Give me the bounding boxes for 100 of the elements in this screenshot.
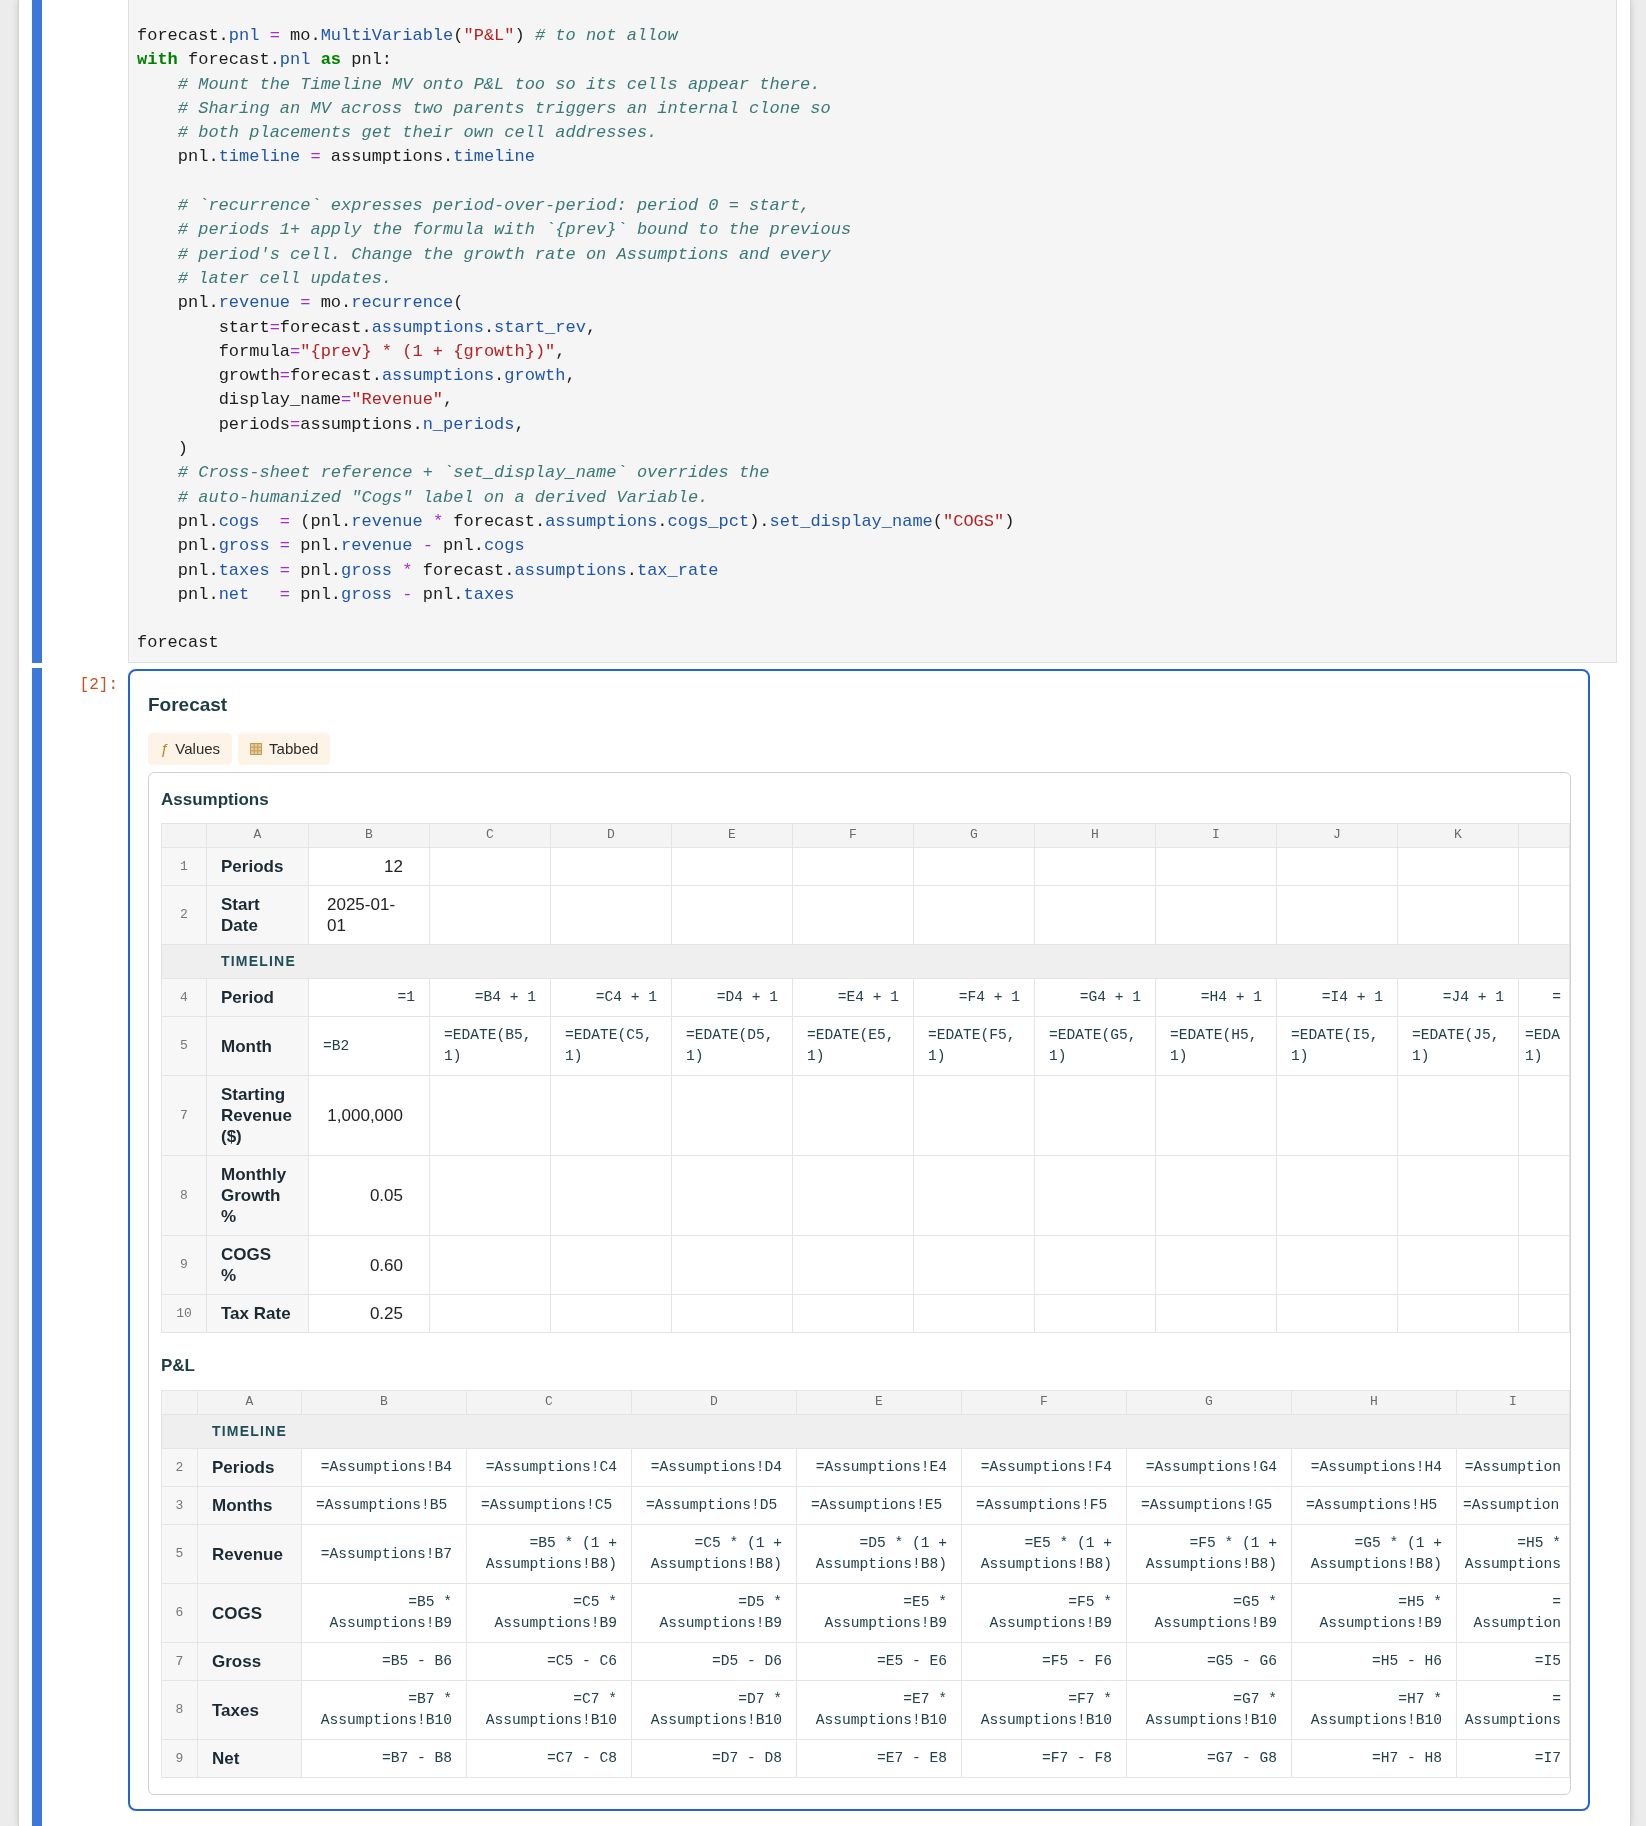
row-number: 7	[161, 1075, 207, 1156]
code-line: )	[177, 439, 188, 459]
code-line: pnl.revenue = mo.recurrence(	[177, 293, 464, 313]
cell-formula: =C7 * Assumptions!B10	[466, 1680, 632, 1740]
cell-formula: =G7 * Assumptions!B10	[1126, 1680, 1292, 1740]
cell-formula: =B5 * (1 + Assumptions!B8)	[466, 1524, 632, 1584]
view-button[interactable]: ƒ Values	[148, 733, 233, 765]
cell-formula: =Assumptions!F5	[961, 1486, 1127, 1525]
code-line: pnl.cogs = (pnl.revenue * forecast.assumptions.cogs_pct).set_display_name("COGS")	[177, 511, 1015, 531]
cell-formula: =F5 * Assumptions!B9	[961, 1583, 1127, 1643]
cell-formula: =EDATE(C5, 1)	[550, 1016, 672, 1076]
row-label: Month	[206, 1016, 309, 1076]
column-header: D	[550, 823, 672, 848]
row-number: 4	[161, 978, 207, 1017]
header-corner	[161, 1390, 198, 1415]
cell-formula: =EDA 1)	[1518, 1016, 1570, 1076]
cell-formula: =B5 * Assumptions!B9	[301, 1583, 467, 1643]
cell-formula: =Assumptions!D4	[631, 1448, 797, 1487]
cell-formula: =Assumptions!C4	[466, 1448, 632, 1487]
cell-formula: =E5 * Assumptions!B9	[796, 1583, 962, 1643]
code-editor[interactable]	[128, 0, 1617, 663]
cell-formula: =Assumptions!B7	[301, 1524, 467, 1584]
cell-formula: =E4 + 1	[792, 978, 914, 1017]
column-header: A	[197, 1390, 302, 1415]
row-number: 6	[161, 1583, 198, 1643]
row-number: 5	[161, 1524, 198, 1584]
section-header: TIMELINE	[161, 1414, 1570, 1449]
code-line: # Sharing an MV across two parents triggers an internal clone so	[177, 98, 831, 118]
cell-formula: =1	[308, 978, 430, 1017]
cell-formula: =E7 * Assumptions!B10	[796, 1680, 962, 1740]
cell-formula: =C5 - C6	[466, 1642, 632, 1681]
row-label: Net	[197, 1739, 302, 1778]
cell-formula: =Assumptions!H4	[1291, 1448, 1457, 1487]
row-label: Starting Revenue ($)	[206, 1075, 309, 1156]
cell-value: 0.05	[308, 1155, 430, 1236]
cell-formula: =H5 * Assumptions!B9	[1291, 1583, 1457, 1643]
code-line: pnl.gross = pnl.revenue - pnl.cogs	[177, 536, 525, 556]
cell-formula: =E5 - E6	[796, 1642, 962, 1681]
cell-formula: =D5 * (1 + Assumptions!B8)	[796, 1524, 962, 1584]
row-number: 3	[161, 1486, 198, 1525]
code-line: formula="{prev} * (1 + {growth})",	[218, 341, 566, 361]
cell-formula: =Assumptions!F4	[961, 1448, 1127, 1487]
cell-formula: = Assumptions	[1456, 1680, 1570, 1740]
row-number: 1	[161, 847, 207, 886]
cell-formula: =EDATE(I5, 1)	[1276, 1016, 1398, 1076]
column-header: H	[1291, 1390, 1457, 1415]
cell-formula: =H5 - H6	[1291, 1642, 1457, 1681]
cell-formula: =Assumptions!B4	[301, 1448, 467, 1487]
row-number: 2	[161, 1448, 198, 1487]
row-label: Taxes	[197, 1680, 302, 1740]
cell-formula: =C4 + 1	[550, 978, 672, 1017]
cell-formula: =F4 + 1	[913, 978, 1035, 1017]
code-line: pnl.taxes = pnl.gross * forecast.assumptions.tax_rate	[177, 560, 719, 580]
code-line: pnl.net = pnl.gross - pnl.taxes	[177, 584, 515, 604]
row-label: Months	[197, 1486, 302, 1525]
cell-formula: =H4 + 1	[1155, 978, 1277, 1017]
cell-formula: =D7 - D8	[631, 1739, 797, 1778]
view-button[interactable]: Tabbed	[238, 733, 331, 765]
cell-formula: =I4 + 1	[1276, 978, 1398, 1017]
cell-formula: =C5 * Assumptions!B9	[466, 1583, 632, 1643]
row-number: 8	[161, 1155, 207, 1236]
cell-formula: =Assumption	[1456, 1486, 1570, 1525]
cell-formula: =H5 * Assumptions	[1456, 1524, 1570, 1584]
cell-formula: =I7	[1456, 1739, 1570, 1778]
code-line: forecast.pnl = mo.MultiVariable("P&L") # to not allow	[137, 26, 678, 45]
code-line: forecast	[137, 633, 219, 653]
cell-formula: =Assumptions!E4	[796, 1448, 962, 1487]
column-header: E	[796, 1390, 962, 1415]
column-header: J	[1276, 823, 1398, 848]
cell-formula: =EDATE(B5, 1)	[429, 1016, 551, 1076]
cell-value: 1,000,000	[308, 1075, 430, 1156]
cell-formula: =B2	[308, 1016, 430, 1076]
cell-formula: =B5 - B6	[301, 1642, 467, 1681]
cell-formula: =	[1518, 978, 1570, 1017]
cell-formula: =EDATE(H5, 1)	[1155, 1016, 1277, 1076]
cell-value: 0.60	[308, 1235, 430, 1295]
row-label: COGS	[197, 1583, 302, 1643]
column-header: H	[1034, 823, 1156, 848]
column-header: E	[671, 823, 793, 848]
column-header: C	[429, 823, 551, 848]
code-line: # later cell updates.	[177, 268, 393, 288]
cell-formula: =G4 + 1	[1034, 978, 1156, 1017]
code-line: # Cross-sheet reference + `set_display_name` overrides the	[177, 463, 770, 483]
cell-formula: =D5 - D6	[631, 1642, 797, 1681]
cell-formula: =EDATE(F5, 1)	[913, 1016, 1035, 1076]
sheet-title: P&L	[161, 1355, 196, 1377]
code-line: # periods 1+ apply the formula with `{prev}` bound to the previous	[177, 220, 852, 240]
column-header: F	[961, 1390, 1127, 1415]
code-line: # auto-humanized "Cogs" label on a derived Variable.	[177, 487, 709, 507]
code-line: # period's cell. Change the growth rate on Assumptions and every	[177, 244, 831, 264]
column-header: I	[1456, 1390, 1570, 1415]
row-label: Period	[206, 978, 309, 1017]
code-line: # `recurrence` expresses period-over-period: period 0 = start,	[177, 196, 811, 216]
column-header: G	[1126, 1390, 1292, 1415]
cell-formula: =Assumptions!B5	[301, 1486, 467, 1525]
row-number: 10	[161, 1294, 207, 1333]
grid-icon	[250, 743, 263, 755]
cell-formula: =B7 - B8	[301, 1739, 467, 1778]
column-header: K	[1397, 823, 1519, 848]
column-header: G	[913, 823, 1035, 848]
